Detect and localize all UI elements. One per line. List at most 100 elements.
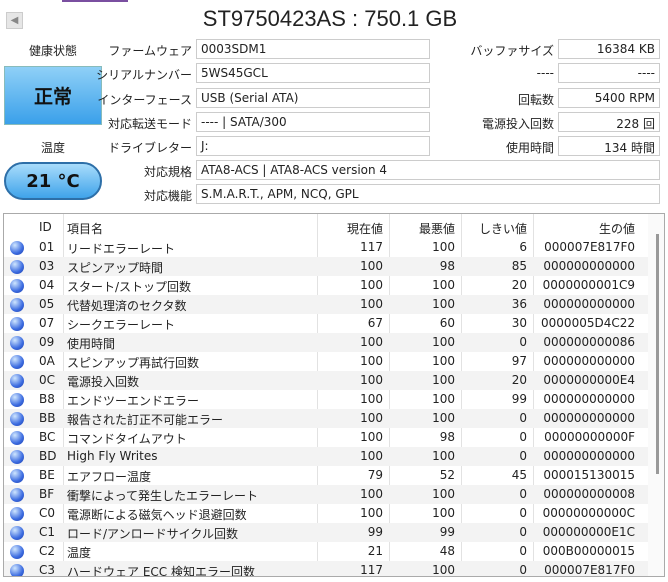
status-dot-icon: [10, 279, 24, 293]
header-raw[interactable]: 生の値: [599, 220, 635, 237]
drive-letter-value: J:: [196, 136, 430, 156]
table-row[interactable]: C0 電源断による磁気ヘッド退避回数 100 100 0 00000000000C: [4, 504, 649, 523]
buffer-value: 16384 KB: [558, 39, 660, 59]
cell-current: 100: [360, 430, 383, 444]
table-row[interactable]: BD High Fly Writes 100 100 0 000000000000: [4, 447, 649, 466]
cell-id: 0C: [39, 373, 56, 387]
table-row[interactable]: C1 ロード/アンロードサイクル回数 99 99 0 000000000E1C: [4, 523, 649, 542]
cell-name: 温度: [67, 546, 92, 560]
cell-name: 使用時間: [67, 337, 116, 351]
cell-raw: 000007E817F0: [544, 240, 635, 254]
header-id[interactable]: ID: [39, 220, 52, 234]
cell-name: シークエラーレート: [67, 318, 176, 332]
status-dot-icon: [10, 469, 24, 483]
cell-name: スピンアップ再試行回数: [67, 356, 200, 370]
cell-current: 100: [360, 354, 383, 368]
table-row[interactable]: 04 スタート/ストップ回数 100 100 20 0000000001C9: [4, 276, 649, 295]
table-row[interactable]: B8 エンドツーエンドエラー 100 100 99 000000000000: [4, 390, 649, 409]
status-dot-icon: [10, 317, 24, 331]
features-value: S.M.A.R.T., APM, NCQ, GPL: [196, 184, 660, 204]
cell-threshold: 85: [511, 259, 527, 273]
table-row[interactable]: C3 ハードウェア ECC 検知エラー回数 117 100 0 000007E817F0: [4, 561, 649, 577]
table-row[interactable]: BF 衝撃によって発生したエラーレート 100 100 0 000000000008: [4, 485, 649, 504]
cell-threshold: 20: [511, 373, 527, 387]
temperature-label: 温度: [40, 141, 65, 155]
cell-id: BC: [39, 430, 56, 444]
cell-name: ハードウェア ECC 検知エラー回数: [67, 565, 255, 577]
cell-id: BE: [39, 468, 55, 482]
header-current[interactable]: 現在値: [347, 220, 383, 237]
cell-worst: 100: [432, 297, 455, 311]
cell-threshold: 0: [519, 411, 527, 425]
table-row[interactable]: C2 温度 21 48 0 000B00000015: [4, 542, 649, 561]
smart-table: ID 項目名 現在値 最悪値 しきい値 生の値 01 リードエラーレート 117 10…: [3, 213, 665, 577]
cell-raw: 000000000000: [543, 449, 635, 463]
cell-name: High Fly Writes: [67, 449, 158, 463]
cell-raw: 000007E817F0: [544, 563, 635, 577]
rotation-value: 5400 RPM: [558, 88, 660, 108]
health-status-button[interactable]: 正常: [4, 66, 102, 125]
cell-worst: 60: [439, 316, 455, 330]
header-threshold[interactable]: しきい値: [479, 220, 527, 237]
table-row[interactable]: 01 リードエラーレート 117 100 6 000007E817F0: [4, 238, 649, 257]
cell-id: 09: [39, 335, 55, 349]
standard-label: 対応規格: [143, 165, 192, 179]
transfer-mode-value: ---- | SATA/300: [196, 112, 430, 132]
cell-raw: 0000000000E4: [543, 373, 635, 387]
cell-worst: 100: [432, 487, 455, 501]
cell-current: 100: [360, 373, 383, 387]
status-dot-icon: [10, 545, 24, 559]
cell-raw: 000000000000: [543, 297, 635, 311]
status-dot-icon: [10, 450, 24, 464]
status-dot-icon: [10, 393, 24, 407]
cell-threshold: 0: [519, 563, 527, 577]
status-dot-icon: [10, 241, 24, 255]
cell-current: 100: [360, 487, 383, 501]
cell-current: 100: [360, 392, 383, 406]
cell-name: 衝撃によって発生したエラーレート: [67, 489, 259, 503]
header-worst[interactable]: 最悪値: [419, 220, 455, 237]
cell-current: 99: [367, 525, 383, 539]
cell-name: 代替処理済のセクタ数: [67, 299, 187, 313]
header-name[interactable]: 項目名: [67, 220, 103, 237]
firmware-value: 0003SDM1: [196, 39, 430, 59]
cell-worst: 100: [432, 354, 455, 368]
table-row[interactable]: 03 スピンアップ時間 100 98 85 000000000000: [4, 257, 649, 276]
cell-current: 79: [367, 468, 383, 482]
cell-raw: 000000000000: [543, 259, 635, 273]
cell-id: B8: [39, 392, 55, 406]
cell-raw: 000000000000: [543, 354, 635, 368]
cell-current: 100: [360, 449, 383, 463]
status-dot-icon: [10, 526, 24, 540]
cell-current: 117: [360, 563, 383, 577]
table-row[interactable]: 0C 電源投入回数 100 100 20 0000000000E4: [4, 371, 649, 390]
table-row[interactable]: BB 報告された訂正不可能エラー 100 100 0 000000000000: [4, 409, 649, 428]
previous-drive-button[interactable]: ◀: [6, 12, 23, 29]
temperature-badge[interactable]: 21 °C: [4, 162, 102, 200]
cell-id: 03: [39, 259, 55, 273]
cell-raw: 000000000086: [543, 335, 635, 349]
cell-threshold: 97: [511, 354, 527, 368]
status-dot-icon: [10, 564, 24, 576]
table-row[interactable]: 07 シークエラーレート 67 60 30 0000005D4C22: [4, 314, 649, 333]
scrollbar[interactable]: [648, 214, 664, 576]
table-row[interactable]: BC コマンドタイムアウト 100 98 0 00000000000F: [4, 428, 649, 447]
table-row[interactable]: 05 代替処理済のセクタ数 100 100 36 000000000000: [4, 295, 649, 314]
cell-worst: 100: [432, 563, 455, 577]
cell-name: エンドツーエンドエラー: [67, 394, 200, 408]
table-row[interactable]: 0A スピンアップ再試行回数 100 100 97 000000000000: [4, 352, 649, 371]
cell-worst: 100: [432, 506, 455, 520]
cell-name: エアフロー温度: [67, 470, 152, 484]
cell-current: 100: [360, 278, 383, 292]
status-dot-icon: [10, 260, 24, 274]
serial-value: 5WS45GCL: [196, 63, 430, 83]
power-count-value: 228 回: [558, 112, 660, 132]
cell-raw: 000000000008: [543, 487, 635, 501]
scrollbar-thumb[interactable]: [656, 234, 659, 474]
table-row[interactable]: 09 使用時間 100 100 0 000000000086: [4, 333, 649, 352]
cell-id: BB: [39, 411, 56, 425]
table-row[interactable]: BE エアフロー温度 79 52 45 000015130015: [4, 466, 649, 485]
table-header: ID 項目名 現在値 最悪値 しきい値 生の値: [4, 214, 649, 240]
cell-id: 0A: [39, 354, 55, 368]
cell-threshold: 6: [519, 240, 527, 254]
